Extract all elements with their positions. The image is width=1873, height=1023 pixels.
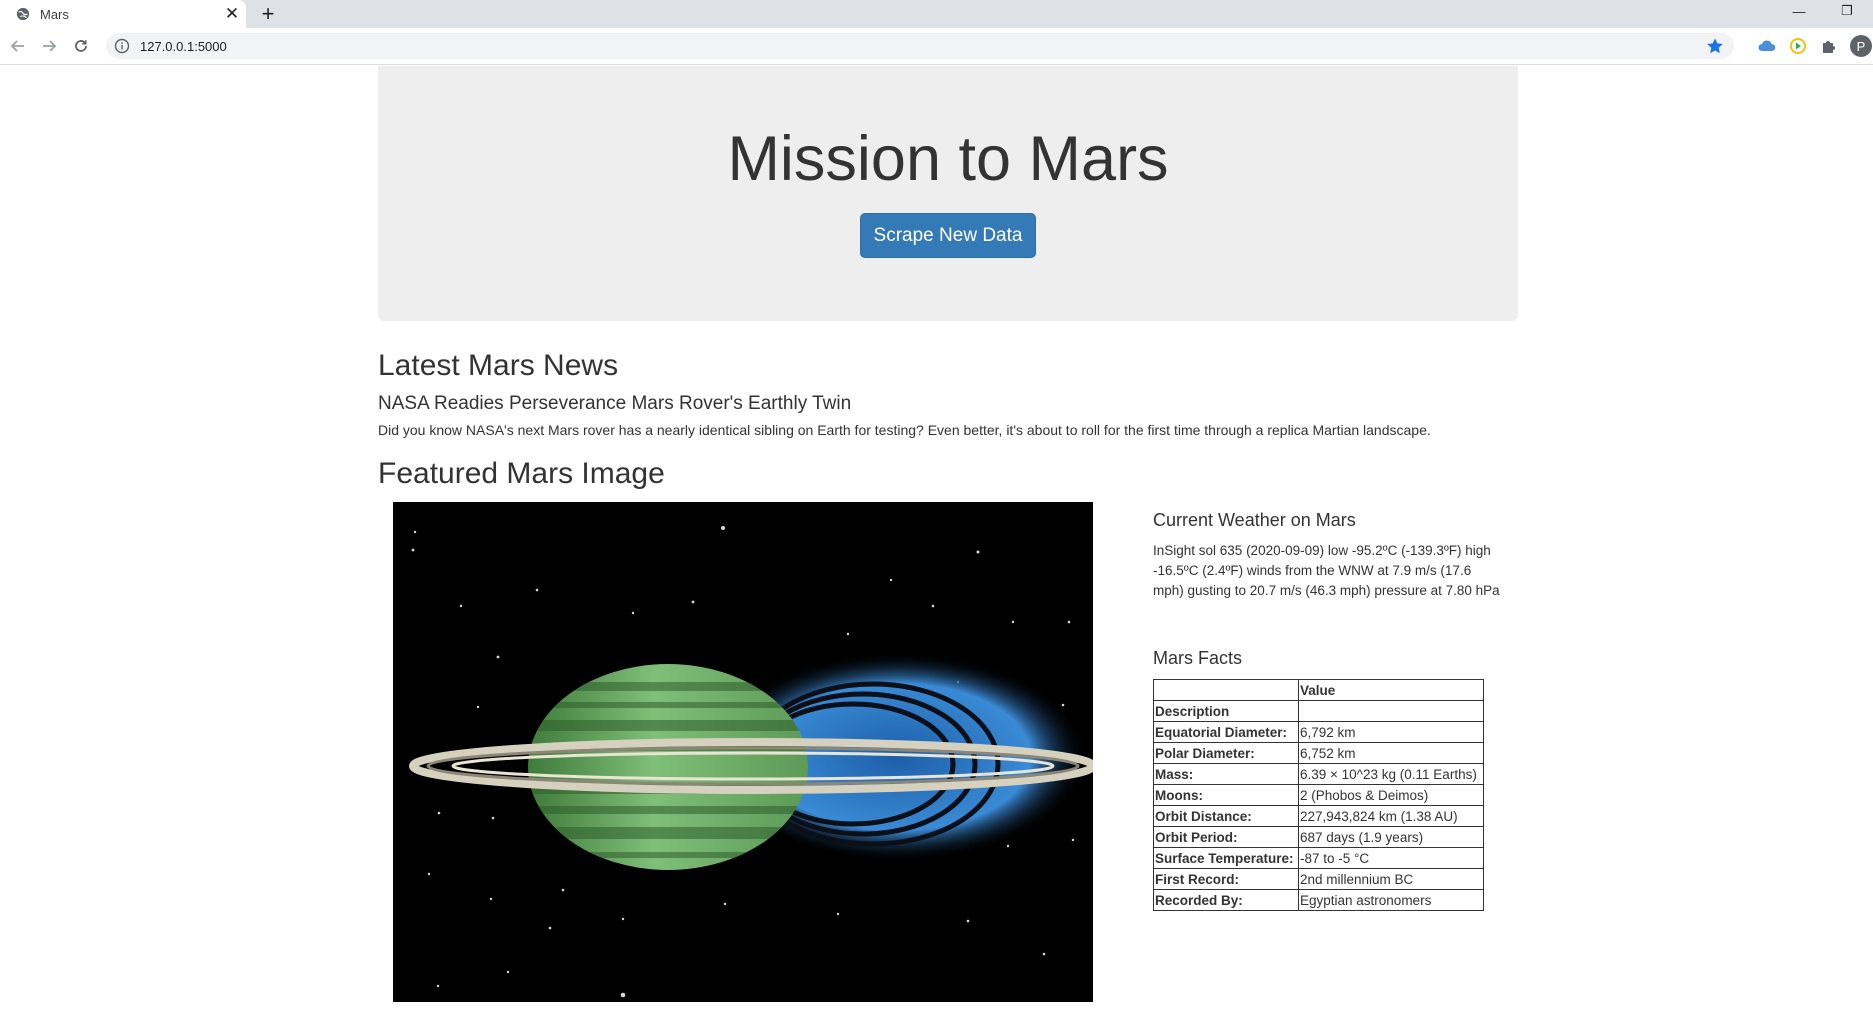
fact-value: 227,943,824 km (1.38 AU) (1298, 805, 1484, 827)
news-paragraph: Did you know NASA's next Mars rover has … (378, 422, 1431, 438)
close-tab-icon[interactable]: ✕ (218, 0, 246, 28)
new-tab-button[interactable]: + (254, 0, 282, 28)
address-bar[interactable]: 127.0.0.1:5000 (106, 33, 1734, 59)
fact-label: Orbit Distance: (1153, 805, 1299, 827)
facts-heading: Mars Facts (1153, 648, 1243, 668)
page-title: Mission to Mars (727, 124, 1169, 194)
table-row: First Record: 2nd millennium BC (1153, 868, 1484, 890)
weather-text: InSight sol 635 (2020-09-09) low -95.2ºC… (1153, 543, 1500, 598)
table-row: Equatorial Diameter: 6,792 km (1153, 721, 1484, 743)
table-row: Description (1153, 700, 1484, 722)
table-row: Mass: 6.39 × 10^23 kg (0.11 Earths) (1153, 763, 1484, 785)
page-content: Mission to Mars Scrape New Data Latest M… (0, 66, 1873, 1023)
mars-facts-table: Value Description Equatorial Diameter: 6,… (1153, 679, 1484, 911)
featured-image-heading: Featured Mars Image (378, 457, 665, 490)
fact-value: 2 (Phobos & Deimos) (1298, 784, 1484, 806)
fact-value: 6,752 km (1298, 742, 1484, 764)
table-row: Moons: 2 (Phobos & Deimos) (1153, 784, 1484, 806)
fact-label: Moons: (1153, 784, 1299, 806)
featured-mars-image (393, 502, 1093, 1002)
table-row: Orbit Period: 687 days (1.9 years) (1153, 826, 1484, 848)
scrape-new-data-button[interactable]: Scrape New Data (860, 213, 1036, 258)
fact-label: Orbit Period: (1153, 826, 1299, 848)
cloud-extension-icon[interactable] (1757, 36, 1777, 56)
minimize-window-icon[interactable]: — (1784, 0, 1814, 22)
profile-avatar[interactable]: P (1850, 35, 1872, 57)
tab-title: Mars (40, 6, 69, 22)
extensions-puzzle-icon[interactable] (1819, 36, 1839, 56)
back-arrow-icon[interactable] (5, 33, 31, 59)
table-row: Polar Diameter: 6,752 km (1153, 742, 1484, 764)
info-icon[interactable] (114, 38, 130, 54)
fact-label: Description (1153, 700, 1299, 722)
weather-heading: Current Weather on Mars (1153, 510, 1356, 530)
browser-toolbar: 127.0.0.1:5000 P (0, 28, 1873, 65)
table-row: Orbit Distance: 227,943,824 km (1.38 AU) (1153, 805, 1484, 827)
fact-value: 6.39 × 10^23 kg (0.11 Earths) (1298, 763, 1484, 785)
facts-header-cell: Value (1298, 679, 1484, 701)
fact-label: Mass: (1153, 763, 1299, 785)
fact-value: 2nd millennium BC (1298, 868, 1484, 890)
fact-label: Polar Diameter: (1153, 742, 1299, 764)
browser-tab-strip: Mars ✕ + — ❐ (0, 0, 1873, 28)
fact-value: Egyptian astronomers (1298, 889, 1484, 911)
fact-value: 6,792 km (1298, 721, 1484, 743)
fact-value: 687 days (1.9 years) (1298, 826, 1484, 848)
news-title: NASA Readies Perseverance Mars Rover's E… (378, 393, 852, 414)
bookmark-star-icon[interactable] (1706, 37, 1724, 55)
fact-value: -87 to -5 °C (1298, 847, 1484, 869)
jumbotron: Mission to Mars Scrape New Data (378, 66, 1518, 321)
facts-header-cell (1153, 679, 1299, 701)
news-heading: Latest Mars News (378, 349, 619, 382)
play-extension-icon[interactable] (1788, 36, 1808, 56)
table-row: Recorded By: Egyptian astronomers (1153, 889, 1484, 911)
fact-label: First Record: (1153, 868, 1299, 890)
url-text: 127.0.0.1:5000 (140, 38, 227, 54)
fact-value (1298, 700, 1484, 722)
restore-window-icon[interactable]: ❐ (1832, 0, 1862, 22)
facts-header-row: Value (1153, 679, 1484, 701)
reload-icon[interactable] (68, 33, 94, 59)
browser-tab[interactable]: Mars ✕ (0, 0, 246, 28)
fact-label: Recorded By: (1153, 889, 1299, 911)
globe-icon (16, 7, 30, 21)
forward-arrow-icon[interactable] (36, 33, 62, 59)
table-row: Surface Temperature: -87 to -5 °C (1153, 847, 1484, 869)
fact-label: Equatorial Diameter: (1153, 721, 1299, 743)
fact-label: Surface Temperature: (1153, 847, 1299, 869)
